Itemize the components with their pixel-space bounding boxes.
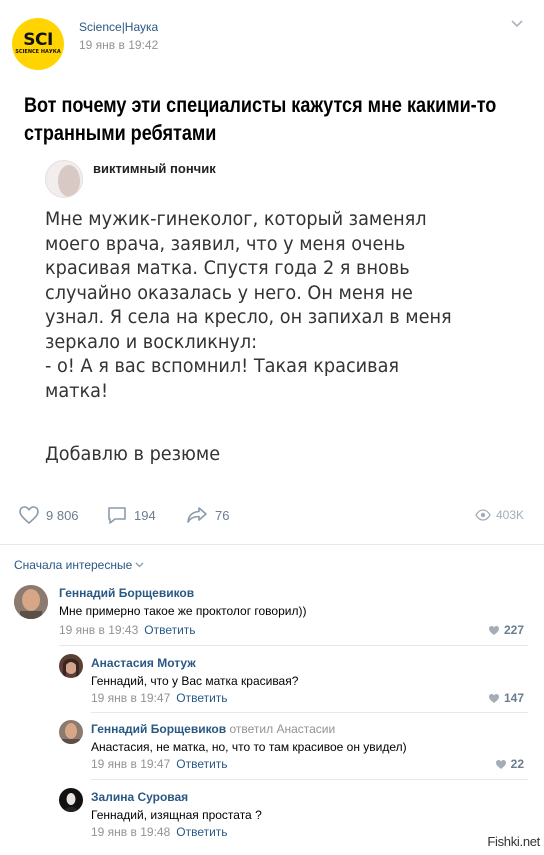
divider: [0, 544, 544, 545]
heart-icon: [488, 693, 499, 703]
heart-icon: [19, 506, 39, 525]
watermark: Fishki.net: [487, 834, 540, 849]
comment-like-count: 227: [503, 623, 524, 637]
comment-like-button[interactable]: 22: [495, 757, 524, 771]
post-header: SCI SCIENCE НАУКА Science|Наука 19 янв в…: [0, 0, 544, 80]
chevron-down-icon: [135, 562, 144, 568]
share-button[interactable]: 76: [185, 505, 229, 525]
comment: Залина Суровая Геннадий, изящная простат…: [0, 787, 544, 843]
logo-subtext: SCIENCE НАУКА: [15, 49, 61, 55]
comment-like-count: 147: [503, 691, 524, 705]
comment-like-button[interactable]: 147: [488, 691, 524, 705]
comment-date[interactable]: 19 янв в 19:48: [91, 825, 170, 839]
comment-meta: 19 янв в 19:48 Ответить: [91, 825, 228, 839]
post-date[interactable]: 19 янв в 19:42: [79, 38, 158, 52]
comment-meta: 19 янв в 19:43 Ответить: [59, 623, 196, 637]
reply-button[interactable]: Ответить: [176, 757, 227, 771]
comment-meta: 19 янв в 19:47 Ответить: [91, 691, 228, 705]
avatar[interactable]: [59, 654, 83, 678]
comment-icon: [108, 507, 126, 524]
comment-divider: [59, 645, 528, 646]
comment: Геннадий Борщевиков Мне примерно такое ж…: [0, 583, 544, 646]
comment-text: Геннадий, что у Вас матка красивая?: [91, 674, 299, 688]
comment-date[interactable]: 19 янв в 19:47: [91, 691, 170, 705]
comment-button[interactable]: 194: [106, 505, 156, 525]
comment-author[interactable]: Анастасия Мотуж: [91, 656, 196, 670]
views-count: 403K: [495, 508, 524, 522]
comment-like-count: 22: [510, 757, 524, 771]
reply-button[interactable]: Ответить: [176, 691, 227, 705]
quoted-author-name: виктимный пончик: [93, 161, 216, 176]
post-actions: 9 806 194 76 403K: [0, 505, 544, 531]
community-logo[interactable]: SCI SCIENCE НАУКА: [12, 18, 64, 70]
views-counter: 403K: [475, 508, 524, 522]
comments-sort-dropdown[interactable]: Сначала интересные: [14, 558, 144, 572]
comment-text: Анастасия, не матка, но, что то там крас…: [91, 740, 407, 754]
comment-author[interactable]: Геннадий Борщевиков: [59, 586, 194, 600]
reply-button[interactable]: Ответить: [176, 825, 227, 839]
reply-button[interactable]: Ответить: [144, 623, 195, 637]
heart-icon: [488, 625, 499, 635]
comments-sort-label: Сначала интересные: [14, 558, 133, 572]
comment: Анастасия Мотуж Геннадий, что у Вас матк…: [0, 653, 544, 713]
replied-to[interactable]: ответил Анастасии: [229, 722, 335, 736]
avatar[interactable]: [14, 585, 48, 619]
comment-author[interactable]: Залина Суровая: [91, 790, 188, 804]
chevron-down-icon[interactable]: [510, 18, 524, 28]
comment-author[interactable]: Геннадий Борщевиков ответил Анастасии: [91, 722, 335, 736]
heart-icon: [495, 759, 506, 769]
comment-date[interactable]: 19 янв в 19:47: [91, 757, 170, 771]
eye-icon: [475, 509, 491, 521]
share-icon: [187, 507, 207, 523]
avatar[interactable]: [59, 720, 83, 744]
comment-count: 194: [134, 507, 156, 523]
like-button[interactable]: 9 806: [18, 505, 79, 525]
comment-divider: [91, 712, 528, 713]
quoted-text-ending: Добавлю в резюме: [45, 443, 221, 465]
like-count: 9 806: [46, 507, 79, 523]
community-name[interactable]: Science|Наука: [79, 20, 158, 34]
quoted-text: Мне мужик-гинеколог, который заменял мое…: [45, 208, 452, 402]
comment-like-button[interactable]: 227: [488, 623, 524, 637]
avatar[interactable]: [59, 788, 83, 812]
quoted-post-image: виктимный пончик Мне мужик-гинеколог, ко…: [25, 147, 519, 497]
comment-meta: 19 янв в 19:47 Ответить: [91, 757, 228, 771]
comment-divider: [91, 779, 528, 780]
post-title: Вот почему эти специалисты кажутся мне к…: [24, 94, 497, 145]
logo-text: SCI: [23, 30, 53, 50]
quoted-author-avatar: [45, 160, 83, 198]
comment-text: Геннадий, изящная простата ?: [91, 808, 262, 822]
comment-text: Мне примерно такое же проктолог говорил)…: [59, 604, 307, 618]
share-count: 76: [215, 507, 230, 523]
comment: Геннадий Борщевиков ответил Анастасии Ан…: [0, 719, 544, 780]
comment-date[interactable]: 19 янв в 19:43: [59, 623, 138, 637]
